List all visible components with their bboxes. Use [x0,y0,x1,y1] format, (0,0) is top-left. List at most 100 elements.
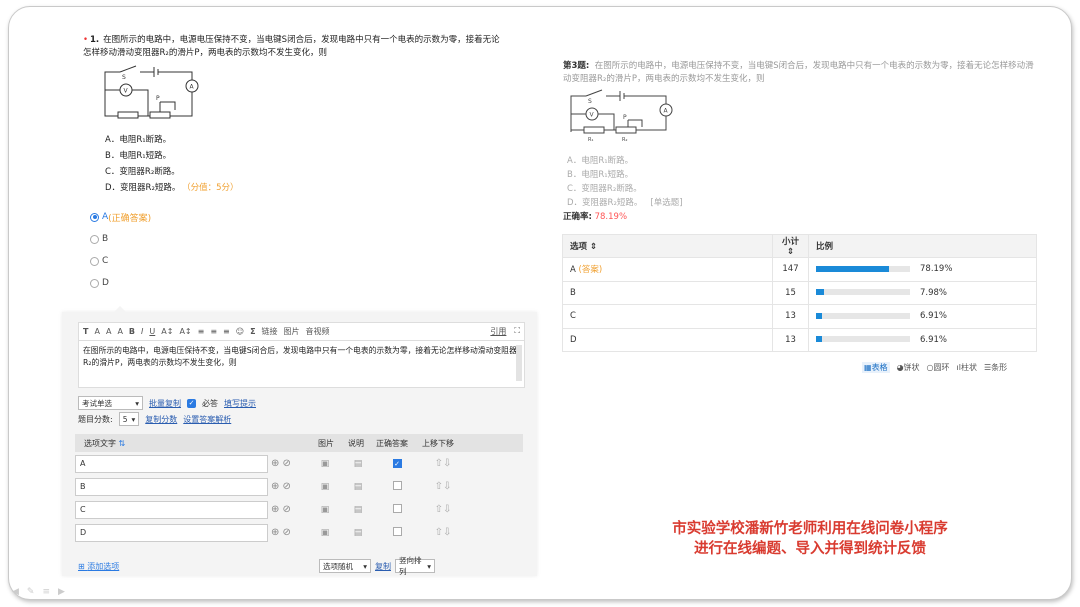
image-icon[interactable]: ▣ [310,505,340,515]
media-button[interactable]: 音视频 [306,326,330,337]
question-text-input[interactable]: 在图所示的电路中，电源电压保持不变，当电键S闭合后，发现电路中只有一个电表的示数… [78,340,525,388]
count-cell: 13 [772,304,809,329]
menu-icon[interactable]: ≡ [42,587,50,597]
question-type-select[interactable]: 考试单选 ▾ [78,396,143,410]
radio-checked-icon[interactable] [90,212,99,222]
voltmeter-label: V [590,112,595,119]
note-icon[interactable]: ▤ [340,459,376,469]
text-format-button[interactable]: T [83,327,88,336]
required-checkbox[interactable]: ✓ [187,398,196,408]
sort-icon[interactable]: ⇅ [119,439,126,448]
radio-icon[interactable] [90,234,99,244]
radio-option-c[interactable]: C [90,250,151,272]
stats-row: A (答案) 147 78.19% [562,257,1037,282]
option-edit-row: B ⊕ ⊘ ▣ ▤ ⇧⇩ [75,475,523,498]
stats-table: 选项 ⇕ 小计 ⇕ 比例 A (答案) 147 78.19% B 15 7.98… [562,234,1037,352]
add-remove-icons[interactable]: ⊕ ⊘ [268,504,310,515]
underline-button[interactable]: U [149,327,155,336]
question3: 第3题: 在图所示的电路中，电源电压保持不变，当电键S闭合后，发现电路中只有一个… [563,60,1038,86]
percent-text: 7.98% [920,287,948,298]
correct-checkbox[interactable] [376,527,418,538]
italic-button[interactable]: I [141,327,143,336]
image-icon[interactable]: ▣ [310,528,340,538]
view-pie-button[interactable]: ◕饼状 [897,362,920,373]
accuracy-rate: 正确率: 78.19% [563,212,628,222]
correct-checkbox[interactable] [376,504,418,515]
bg-color-button[interactable]: A [117,327,122,336]
question-type-tag: [单选题] [650,198,683,208]
copy-link[interactable]: 复制 [375,561,391,572]
percent-text: 6.91% [920,334,948,345]
move-icons[interactable]: ⇧⇩ [418,458,468,469]
view-column-button[interactable]: ıl柱状 [957,362,977,373]
align-right-button[interactable]: ≡ [223,327,230,336]
accuracy-value: 78.19% [594,212,628,222]
ratio-column-header: 比例 [808,234,1037,258]
link-button[interactable]: 链接 [262,326,278,337]
stats-row: B 15 7.98% [562,280,1037,305]
view-bar-button[interactable]: ☰条形 [984,362,1007,373]
note-icon[interactable]: ▤ [340,528,376,538]
radio-icon[interactable] [90,278,99,288]
add-remove-icons[interactable]: ⊕ ⊘ [268,527,310,538]
q3-option-c: C．变阻器R₂断路。 [567,184,642,194]
layout-select[interactable]: 竖向排列 ▾ [395,556,435,576]
option-b-text: B．电阻R₁短路。 [105,151,172,161]
batch-copy-link[interactable]: 批量复制 [149,398,181,409]
score-select[interactable]: 5 ▾ [118,412,140,426]
add-remove-icons[interactable]: ⊕ ⊘ [268,458,310,469]
font-style-button[interactable]: A [94,327,99,336]
question-number: 1. [90,35,100,45]
fill-hint-link[interactable]: 填写提示 [224,398,256,409]
move-icons[interactable]: ⇧⇩ [418,527,468,538]
view-table-button[interactable]: ▦表格 [862,362,890,373]
align-center-button[interactable]: ≡ [210,327,217,336]
fullscreen-icon[interactable]: ⛶ [514,326,520,337]
image-button[interactable]: 图片 [284,326,300,337]
font-size-down-button[interactable]: A↕ [179,327,191,336]
add-option-link[interactable]: ⊞ 添加选项 [78,561,119,572]
text-scrollbar[interactable] [516,345,522,381]
switch-label: S [588,98,592,105]
radio-icon[interactable] [90,256,99,266]
option-text-input[interactable]: B [75,477,268,496]
back-arrow-icon[interactable]: ◀ [12,587,19,597]
note-icon[interactable]: ▤ [340,482,376,492]
correct-checkbox[interactable] [376,481,418,492]
set-answer-link[interactable]: 设置答案解析 [183,414,231,425]
image-icon[interactable]: ▣ [310,459,340,469]
bold-button[interactable]: B [129,327,135,336]
note-icon[interactable]: ▤ [340,505,376,515]
emoji-icon[interactable]: ☺ [236,327,244,336]
count-column-header[interactable]: 小计 ⇕ [772,234,809,258]
correct-checkbox[interactable]: ✓ [376,459,418,468]
move-icons[interactable]: ⇧⇩ [418,504,468,515]
move-icons[interactable]: ⇧⇩ [418,481,468,492]
forward-arrow-icon[interactable]: ▶ [58,587,65,597]
radio-option-d[interactable]: D [90,272,151,294]
correct-answer-note: (正确答案) [108,213,152,224]
option-text-input[interactable]: A [75,454,268,473]
add-remove-icons[interactable]: ⊕ ⊘ [268,481,310,492]
font-color-button[interactable]: A [106,327,111,336]
radio-option-a[interactable]: A (正确答案) [90,206,151,228]
view-ring-button[interactable]: ○圆环 [927,362,950,373]
radio-option-b[interactable]: B [90,228,151,250]
pen-icon[interactable]: ✎ [27,587,35,597]
option-text-input[interactable]: C [75,500,268,519]
question3-label: 第3题: [563,61,590,71]
random-select[interactable]: 选项随机 ▾ [319,559,371,573]
quote-button[interactable]: 引用 [490,326,506,337]
image-icon[interactable]: ▣ [310,482,340,492]
switch-label: S [122,74,126,81]
align-left-button[interactable]: ≡ [198,327,205,336]
ammeter-label: A [190,84,195,91]
option-text-input[interactable]: D [75,523,268,542]
slider-label: P [623,114,627,121]
circuit-diagram-3: S V A P R₁ R₂ [570,89,673,143]
font-size-up-button[interactable]: A↕ [161,327,173,336]
option-column-header[interactable]: 选项 ⇕ [562,234,773,258]
voltmeter-label: V [124,88,129,95]
copy-score-link[interactable]: 复制分数 [145,414,177,425]
formula-button[interactable]: Σ [250,327,255,336]
